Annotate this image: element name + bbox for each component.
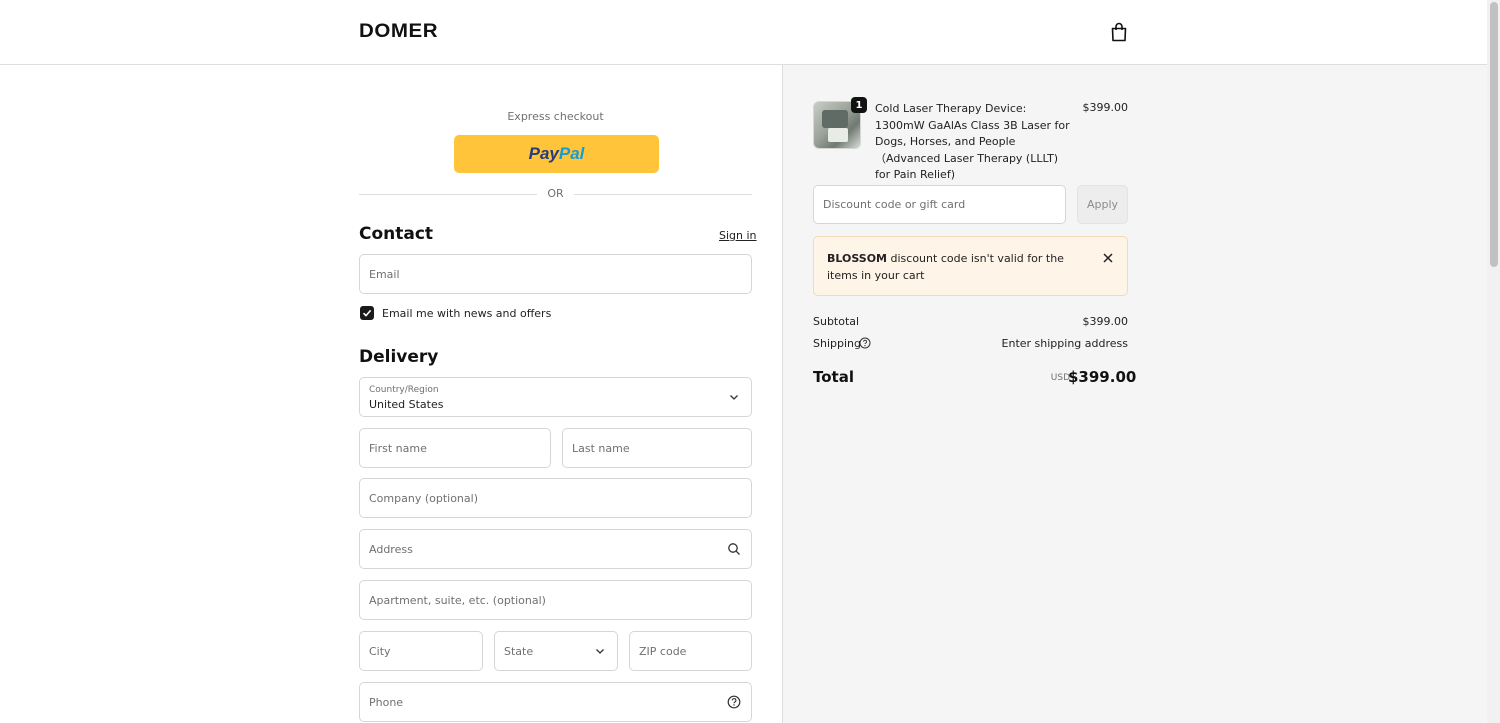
chevron-down-icon [596,649,604,654]
newsletter-label[interactable]: Email me with news and offers [382,307,551,320]
close-icon[interactable] [1101,251,1115,265]
product-image-part [822,110,848,128]
country-value: United States [369,398,444,411]
total-value: $399.00 [1068,368,1137,386]
alert-code: BLOSSOM [827,252,888,265]
help-circle-icon[interactable] [727,695,741,709]
search-icon [728,543,740,555]
total-currency: USD [1050,373,1070,383]
city-input[interactable] [369,632,482,670]
product-price: $399.00 [1082,101,1129,114]
first-name-input[interactable] [369,429,550,467]
store-logo[interactable]: DOMER [359,21,438,43]
phone-input[interactable] [369,683,751,721]
page-scrollbar[interactable] [1487,0,1500,723]
last-name-field[interactable] [562,428,752,468]
email-input[interactable] [369,255,751,293]
paypal-button[interactable]: PayPal [454,135,659,173]
zip-field[interactable] [629,631,752,671]
address-input[interactable] [369,530,751,568]
company-field[interactable] [359,478,752,518]
city-field[interactable] [359,631,483,671]
help-circle-icon[interactable] [859,337,871,349]
apartment-input[interactable] [369,581,751,619]
state-select[interactable]: State [494,631,618,671]
newsletter-checkbox[interactable] [360,306,374,320]
total-label: Total [813,368,854,386]
first-name-field[interactable] [359,428,551,468]
address-field[interactable] [359,529,752,569]
country-label: Country/Region [369,385,439,395]
last-name-input[interactable] [572,429,751,467]
product-image-part [828,128,848,142]
subtotal-label: Subtotal [813,315,860,328]
subtotal-value: $399.00 [1082,315,1129,328]
apartment-field[interactable] [359,580,752,620]
or-separator: OR [359,187,752,201]
product-name: Cold Laser Therapy Device: 1300mW GaAlAs… [875,102,1070,181]
express-checkout-label: Express checkout [507,110,604,123]
paypal-logo: PayPal [528,144,585,163]
state-placeholder: State [504,644,534,658]
discount-input[interactable] [823,186,1065,223]
sign-in-link[interactable]: Sign in [719,229,757,242]
shipping-value: Enter shipping address [1001,337,1128,350]
company-input[interactable] [369,479,751,517]
shipping-label: Shipping [813,337,861,350]
email-field[interactable] [359,254,752,294]
contact-title: Contact [359,224,434,244]
header: DOMER [0,0,1487,65]
delivery-title: Delivery [359,347,439,367]
discount-error-alert: BLOSSOM discount code isn't valid for th… [813,236,1128,296]
or-text: OR [547,187,564,200]
country-select[interactable]: Country/Region United States [359,377,752,417]
chevron-down-icon [730,395,738,400]
scrollbar-thumb[interactable] [1490,2,1498,267]
apply-button[interactable]: Apply [1077,185,1128,224]
alert-message: BLOSSOM discount code isn't valid for th… [827,251,1082,284]
quantity-badge: 1 [851,97,867,113]
zip-input[interactable] [639,632,751,670]
shopping-bag-icon[interactable] [1110,22,1128,42]
checkmark-icon [362,309,372,317]
phone-field[interactable] [359,682,752,722]
discount-field[interactable] [813,185,1066,224]
